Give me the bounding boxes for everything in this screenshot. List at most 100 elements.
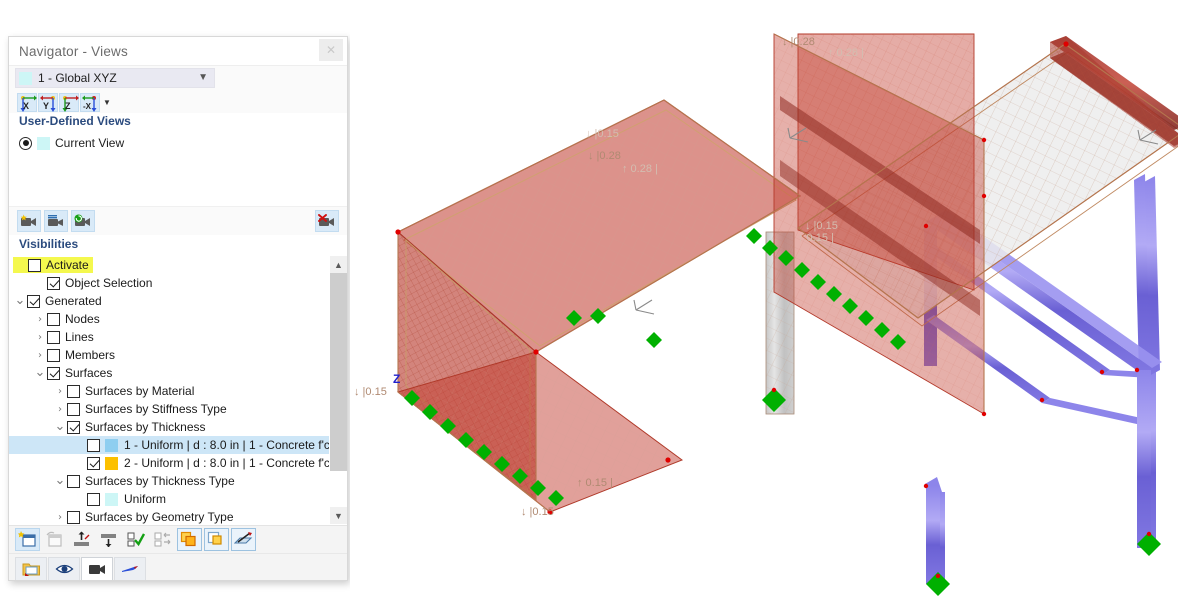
caret-down-icon[interactable]: ▼ [101, 93, 113, 112]
tree-row-content: Object Selection [33, 276, 152, 290]
tree-row-label: Surfaces by Thickness Type [85, 474, 235, 488]
tree-checkbox[interactable] [47, 367, 60, 380]
model-viewport-3d[interactable]: Z ↓ |0.28↑ 0.28 |↓ |0.15↓ |0.28↑ 0.28 |↓… [350, 0, 1178, 599]
camera-refresh-icon[interactable] [71, 210, 95, 232]
model-3d-svg [350, 0, 1178, 599]
layers-blue-icon[interactable] [204, 528, 229, 551]
chevron-down-icon[interactable]: ▼ [330, 507, 347, 524]
chevron-right-icon[interactable]: › [33, 350, 47, 361]
layers-orange-icon[interactable] [177, 528, 202, 551]
tree-checkbox[interactable] [87, 493, 100, 506]
hide-objects-icon[interactable] [96, 528, 121, 551]
tree-row[interactable]: ⌄ Surfaces by Thickness [9, 418, 329, 436]
chevron-right-icon[interactable]: › [53, 404, 67, 415]
camera-delete-icon[interactable] [315, 210, 339, 232]
tree-row-label: 1 - Uniform | d : 8.0 in | 1 - Concrete … [124, 438, 329, 452]
current-view-radio[interactable] [19, 137, 32, 150]
tree-row-content: › Surfaces by Stiffness Type [53, 402, 227, 416]
tree-row[interactable]: ›Nodes [9, 310, 329, 328]
cut-plane-icon[interactable] [231, 528, 256, 551]
tree-row[interactable]: 1 - Uniform | d : 8.0 in | 1 - Concrete … [9, 436, 329, 454]
tree-checkbox[interactable] [67, 385, 80, 398]
check-all-icon[interactable] [123, 528, 148, 551]
tree-checkbox[interactable] [67, 403, 80, 416]
tree-row[interactable]: ›Surfaces by Material [9, 382, 329, 400]
camera-edit-icon[interactable] [44, 210, 68, 232]
tree-row[interactable]: ⌄ Surfaces [9, 364, 329, 382]
view-along-negative-x-button[interactable]: -X [80, 93, 100, 112]
tab-results-navigator[interactable] [114, 557, 146, 580]
tree-row[interactable]: ›Lines [9, 328, 329, 346]
view-color-swatch [19, 72, 32, 85]
tab-project-navigator[interactable] [15, 557, 47, 580]
invert-selection-icon[interactable] [150, 528, 175, 551]
load-value-label: ↑ 0.15 | [577, 477, 613, 489]
visibilities-tree[interactable]: Activate Object Selection ⌄Generated›Node… [9, 256, 329, 524]
tree-row-label: 2 - Uniform | d : 8.0 in | 1 - Concrete … [124, 456, 329, 470]
chevron-down-icon[interactable]: ▼ [198, 73, 208, 83]
chevron-right-icon[interactable]: › [33, 332, 47, 343]
tree-row[interactable]: 2 - Uniform | d : 8.0 in | 1 - Concrete … [9, 454, 329, 472]
load-value-label: ↑ 0.15 | [798, 232, 834, 244]
tree-row[interactable]: Uniform [9, 490, 329, 508]
chevron-down-icon[interactable]: ⌄ [33, 369, 47, 377]
tree-checkbox[interactable] [87, 439, 100, 452]
view-along-z-button[interactable]: Z [59, 93, 79, 112]
tree-row-content: 1 - Uniform | d : 8.0 in | 1 - Concrete … [73, 438, 329, 452]
tree-row[interactable]: Activate [9, 256, 329, 274]
tree-row-label: Surfaces by Stiffness Type [85, 402, 227, 416]
view-along-x-button[interactable]: X [17, 93, 37, 112]
show-objects-icon[interactable] [69, 528, 94, 551]
chevron-down-icon[interactable]: ⌄ [13, 297, 27, 305]
tree-spacer [33, 278, 47, 289]
tree-row-label: Surfaces [65, 366, 112, 380]
tree-row[interactable]: › Surfaces by Stiffness Type [9, 400, 329, 418]
tree-color-swatch [105, 493, 118, 506]
tree-row-label: Surfaces by Thickness [85, 420, 206, 434]
tree-row[interactable]: ›Surfaces by Geometry Type [9, 508, 329, 524]
chevron-down-icon[interactable]: ⌄ [53, 423, 67, 431]
tree-row-content: ⌄ Surfaces by Thickness Type [53, 474, 235, 488]
tree-row[interactable]: Object Selection [9, 274, 329, 292]
tree-row[interactable]: › Members [9, 346, 329, 364]
tree-row[interactable]: ⌄ Surfaces by Thickness Type [9, 472, 329, 490]
tree-checkbox[interactable] [47, 331, 60, 344]
chevron-right-icon[interactable]: › [33, 314, 47, 325]
tree-checkbox[interactable] [47, 349, 60, 362]
view-along-y-button[interactable]: Y [38, 93, 58, 112]
tab-views-navigator[interactable] [81, 557, 113, 580]
tab-display-navigator[interactable] [48, 557, 80, 580]
tree-checkbox[interactable] [67, 475, 80, 488]
new-window-icon[interactable] [15, 528, 40, 551]
tree-checkbox[interactable] [47, 277, 60, 290]
tree-scrollbar[interactable]: ▲ ▼ [330, 256, 347, 524]
edit-window-icon[interactable] [42, 528, 67, 551]
close-icon[interactable]: ✕ [319, 39, 343, 61]
chevron-up-icon[interactable]: ▲ [330, 256, 347, 273]
chevron-down-icon[interactable]: ⌄ [53, 477, 67, 485]
tree-checkbox[interactable] [47, 313, 60, 326]
tree-row-content: › Members [33, 348, 115, 362]
tree-row-label: Object Selection [65, 276, 152, 290]
axis-negative-x-label: -X [83, 102, 91, 111]
tree-row-content: ⌄ Surfaces [33, 366, 112, 380]
tree-checkbox[interactable] [27, 295, 40, 308]
tree-checkbox[interactable] [67, 511, 80, 524]
tree-checkbox[interactable] [87, 457, 100, 470]
axis-z-label: Z [65, 101, 71, 111]
tree-row-label: Members [65, 348, 115, 362]
navigator-views-panel: Navigator - Views ✕ 1 - Global XYZ ▼ X [8, 36, 348, 581]
scrollbar-thumb[interactable] [330, 273, 347, 471]
user-defined-view-item[interactable]: Current View [9, 132, 347, 154]
camera-new-icon[interactable] [17, 210, 41, 232]
load-value-label: ↓ |0.15 [805, 220, 838, 232]
tree-color-swatch [105, 457, 118, 470]
tree-checkbox[interactable] [67, 421, 80, 434]
chevron-right-icon[interactable]: › [53, 512, 67, 523]
tree-spacer [73, 440, 87, 451]
tree-row[interactable]: ⌄Generated [9, 292, 329, 310]
tree-checkbox[interactable] [28, 259, 41, 272]
view-select[interactable]: 1 - Global XYZ ▼ [15, 68, 215, 88]
chevron-right-icon[interactable]: › [53, 386, 67, 397]
visibilities-toolbar [9, 525, 347, 553]
